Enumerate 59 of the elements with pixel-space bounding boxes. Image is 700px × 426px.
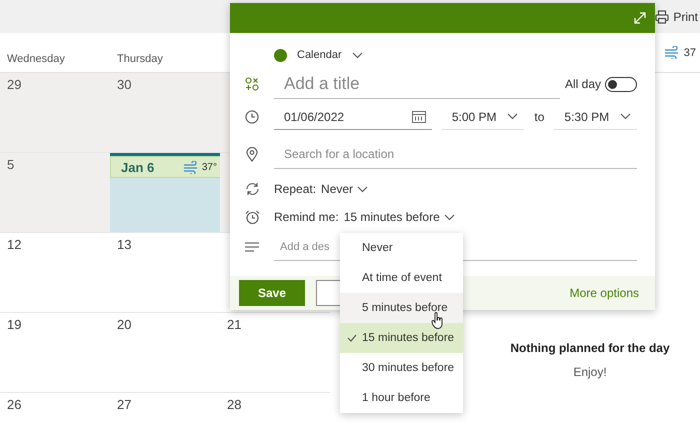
day-cell[interactable]: 26: [0, 393, 110, 426]
chevron-icon: [352, 52, 363, 58]
empty-day-subtitle: Enjoy!: [573, 365, 607, 379]
start-time-field[interactable]: 5:00 PM: [442, 104, 524, 130]
chevron-icon: [357, 186, 368, 192]
chevron-icon: [444, 214, 455, 220]
end-time-field[interactable]: 5:30 PM: [554, 104, 637, 130]
day-date: Jan 6: [121, 160, 154, 174]
calendar-selector[interactable]: Calendar: [274, 48, 363, 62]
day-cell[interactable]: 12: [0, 233, 110, 313]
day-cell[interactable]: 20: [110, 313, 220, 393]
all-day-toggle[interactable]: [605, 76, 637, 92]
day-cell[interactable]: 29: [0, 73, 110, 153]
day-cell[interactable]: 30: [110, 73, 220, 153]
reminder-option[interactable]: 15 minutes before: [340, 323, 463, 353]
repeat-label: Repeat:: [274, 182, 316, 196]
location-field[interactable]: Search for a location: [274, 139, 637, 169]
remind-label: Remind me:: [274, 210, 339, 224]
description-icon: [245, 242, 259, 252]
date-field[interactable]: 01/06/2022: [274, 104, 432, 130]
calendar-icon: [412, 110, 426, 123]
chevron-icon: [620, 113, 631, 120]
location-pin-icon: [246, 146, 258, 162]
print-button[interactable]: Print: [655, 10, 698, 24]
day-cell[interactable]: 27: [110, 393, 220, 426]
repeat-icon: [244, 182, 260, 196]
remind-dropdown[interactable]: 15 minutes before: [344, 210, 455, 224]
reminder-option[interactable]: 5 minutes before: [340, 293, 463, 323]
day-cell[interactable]: 21: [220, 313, 330, 393]
reminder-option[interactable]: Never: [340, 233, 463, 263]
wind-icon: [182, 160, 199, 174]
day-cell[interactable]: 28: [220, 393, 330, 426]
printer-icon: [655, 10, 670, 24]
clock-icon: [245, 110, 259, 124]
hand-cursor-icon: [431, 312, 444, 329]
reminder-option[interactable]: At time of event: [340, 263, 463, 293]
category-icon: [245, 77, 259, 91]
save-button[interactable]: Save: [239, 280, 305, 306]
weekday-label: Thursday: [117, 53, 163, 65]
title-field[interactable]: Add a title: [274, 69, 560, 99]
alarm-clock-icon: [244, 210, 260, 224]
all-day-label: All day: [564, 77, 601, 91]
day-cell[interactable]: 13: [110, 233, 220, 313]
day-cell[interactable]: 5: [0, 153, 110, 233]
repeat-dropdown[interactable]: Never: [321, 182, 368, 196]
reminder-option[interactable]: 1 hour before: [340, 383, 463, 413]
more-options-link[interactable]: More options: [570, 286, 639, 300]
empty-day-title: Nothing planned for the day: [510, 341, 670, 355]
to-label: to: [534, 110, 544, 124]
reminder-option[interactable]: 30 minutes before: [340, 353, 463, 383]
day-cell[interactable]: 19: [0, 313, 110, 393]
wind-icon: [664, 46, 680, 59]
check-icon: [347, 334, 357, 342]
temperature-label: 37°: [202, 160, 217, 174]
expand-icon[interactable]: [634, 12, 646, 24]
temperature-label: 37: [684, 46, 696, 58]
selected-day-cell[interactable]: Jan 6 37°: [110, 153, 222, 233]
chevron-icon: [507, 113, 518, 120]
weekday-label: Wednesday: [7, 53, 65, 65]
